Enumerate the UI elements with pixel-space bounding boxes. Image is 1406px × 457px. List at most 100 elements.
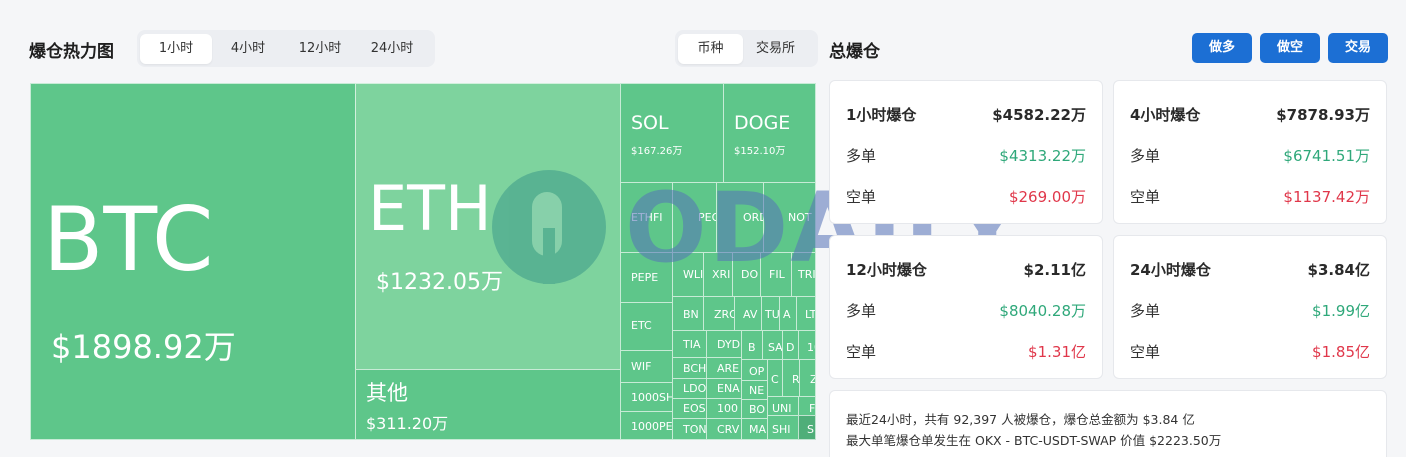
tile-coin-symbol: WIF [631,360,652,373]
tile-coin[interactable]: A [779,296,797,331]
liquidation-treemap: BTC $1898.92万 ETH $1232.05万 其他 $311.20万 … [30,83,816,440]
tile-coin-symbol: F [809,402,816,415]
tile-coin[interactable]: FIL [760,252,792,297]
tile-eth[interactable]: ETH $1232.05万 [355,83,621,370]
tile-coin[interactable]: BCH [672,357,707,379]
tile-coin[interactable]: F [798,396,816,416]
tile-coin-symbol: S [807,423,814,436]
tile-coin[interactable]: ARE [706,357,742,379]
tile-coin[interactable]: OP [741,359,768,381]
short-row: 空单 $269.00万 [846,186,1086,207]
tile-sol[interactable]: SOL $167.26万 [620,83,724,183]
tile-coin-symbol: SA [768,341,783,354]
tile-coin-symbol: ZRO [714,308,734,321]
card-header: 1小时爆仓 $4582.22万 [846,104,1086,125]
tile-coin[interactable]: SHI [767,415,799,440]
tile-coin[interactable]: R [782,359,800,397]
tile-coin[interactable]: 100 [706,398,742,419]
tile-coin-symbol: ENA [717,382,740,395]
tile-coin[interactable]: TON [672,418,707,440]
card-total: $3.84亿 [1307,261,1370,279]
tile-coin-symbol: AV [743,308,758,321]
tab-coin[interactable]: 币种 [678,33,743,64]
tile-coin[interactable]: DO [732,252,761,297]
tile-coin[interactable]: 1000SH [620,382,673,412]
short-value: $1137.42万 [1283,188,1370,206]
long-row: 多单 $1.99亿 [1130,300,1370,321]
tile-coin[interactable]: MA [741,418,768,440]
tile-coin[interactable]: C [767,359,783,397]
tile-coin-symbol: BCH [683,362,707,375]
tab-4h[interactable]: 4小时 [212,34,284,64]
tile-coin[interactable]: DYD [706,330,742,358]
tile-coin[interactable]: TIA [672,330,707,358]
tile-coin[interactable]: EOS [672,398,707,419]
card-title: 12小时爆仓 [846,261,927,279]
tile-coin[interactable]: TU [761,296,780,331]
tile-coin[interactable]: S [798,415,816,440]
tile-coin[interactable]: SA [762,330,783,360]
tile-coin[interactable]: PEOPL [672,182,717,253]
tile-coin-symbol: NOT [788,211,812,224]
tile-coin[interactable]: AV [734,296,762,331]
tile-coin[interactable]: LDO [672,378,707,399]
tile-coin[interactable]: BN [672,296,704,331]
tile-coin[interactable]: D [782,330,799,360]
tile-eth-value: $1232.05万 [376,270,503,295]
tile-coin-symbol: Z [810,373,815,386]
card-header: 24小时爆仓 $3.84亿 [1130,259,1370,280]
short-value: $269.00万 [1008,188,1086,206]
tab-1h[interactable]: 1小时 [140,33,212,64]
tab-exchange[interactable]: 交易所 [743,34,808,64]
tile-coin-symbol: OP [749,365,765,378]
tile-coin-symbol: CRV [717,423,740,436]
tile-other[interactable]: 其他 $311.20万 [355,369,621,440]
tile-coin[interactable]: 10 [798,330,816,360]
tile-doge-symbol: DOGE [734,112,791,134]
tile-coin[interactable]: UNI [767,396,799,416]
tile-coin[interactable]: TRI [791,252,816,297]
tile-coin[interactable]: 1000PE [620,411,673,440]
tile-coin[interactable]: WIF [620,350,673,383]
tile-coin[interactable]: XRI [703,252,733,297]
tile-sol-symbol: SOL [631,112,669,134]
short-button[interactable]: 做空 [1260,33,1320,63]
short-label: 空单 [846,188,877,206]
long-value: $4313.22万 [999,147,1086,165]
tab-24h[interactable]: 24小时 [356,34,428,64]
tile-coin[interactable]: ORDI [716,182,764,253]
trade-button[interactable]: 交易 [1328,33,1388,63]
long-value: $1.99亿 [1312,302,1370,320]
tile-coin[interactable]: NOT [763,182,816,253]
tile-coin-symbol: ETC [631,319,652,332]
tile-coin[interactable]: CRV [706,418,742,440]
tile-coin-symbol: TU [765,308,780,321]
tile-coin[interactable]: Z [799,359,816,397]
tile-doge[interactable]: DOGE $152.10万 [723,83,816,183]
tile-coin[interactable]: ETC [620,302,673,351]
long-button[interactable]: 做多 [1192,33,1252,63]
time-range-selector: 1小时 4小时 12小时 24小时 [137,30,435,67]
tile-coin-symbol: C [771,373,779,386]
short-label: 空单 [1130,188,1161,206]
tile-coin-symbol: DYD [717,338,741,351]
tile-coin[interactable]: WLI [672,252,704,297]
tile-btc[interactable]: BTC $1898.92万 [30,83,356,440]
short-value: $1.31亿 [1028,343,1086,361]
tile-coin-symbol: 1000PE [631,420,673,433]
card-1h-liquidation: 1小时爆仓 $4582.22万 多单 $4313.22万 空单 $269.00万 [829,80,1103,224]
tile-coin[interactable]: ZRO [703,296,735,331]
tab-12h[interactable]: 12小时 [284,34,356,64]
long-label: 多单 [846,302,877,320]
tile-coin[interactable]: LT [796,296,816,331]
tile-coin[interactable]: PEPE [620,252,673,303]
tile-coin[interactable]: BO [741,399,768,419]
tile-coin[interactable]: NE [741,380,768,400]
tile-coin-symbol: SHI [772,423,791,436]
tile-coin[interactable]: B [741,330,763,360]
card-header: 4小时爆仓 $7878.93万 [1130,104,1370,125]
tile-coin[interactable]: ENA [706,378,742,399]
tile-coin[interactable]: ETHFI [620,182,673,253]
tile-btc-value: $1898.92万 [51,328,236,366]
tile-coin-symbol: EOS [683,402,706,415]
